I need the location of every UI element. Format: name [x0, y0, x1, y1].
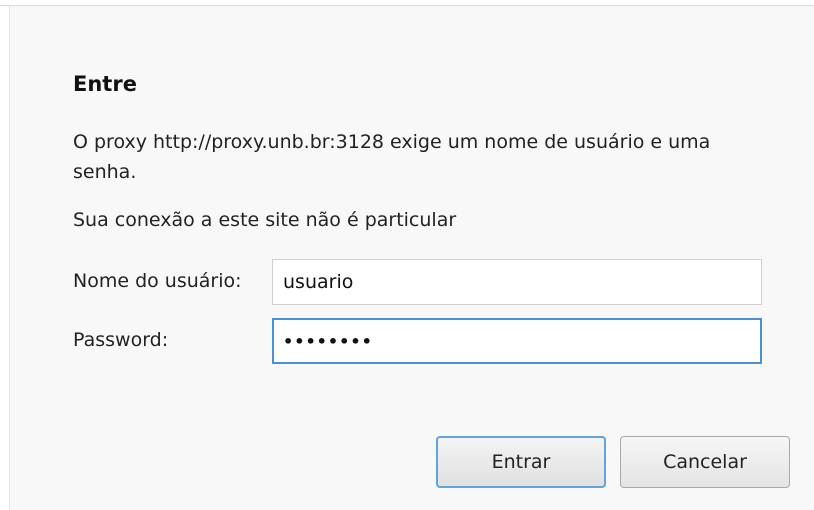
cancel-button[interactable]: Cancelar [620, 436, 790, 488]
auth-dialog: Entre O proxy http://proxy.unb.br:3128 e… [0, 0, 814, 510]
username-value: usuario [283, 271, 354, 293]
dialog-top-border [0, 0, 814, 6]
password-label: Password: [73, 329, 169, 351]
connection-warning: Sua conexão a este site não é particular [73, 209, 457, 231]
dialog-left-edge [0, 6, 10, 510]
password-masked-value: •••••••• [283, 331, 373, 351]
username-field[interactable]: usuario [272, 259, 762, 305]
dialog-title: Entre [73, 72, 137, 96]
username-label: Nome do usuário: [73, 270, 242, 292]
proxy-auth-message: O proxy http://proxy.unb.br:3128 exige u… [73, 131, 711, 183]
password-field[interactable]: •••••••• [272, 318, 762, 364]
submit-button[interactable]: Entrar [436, 436, 606, 488]
